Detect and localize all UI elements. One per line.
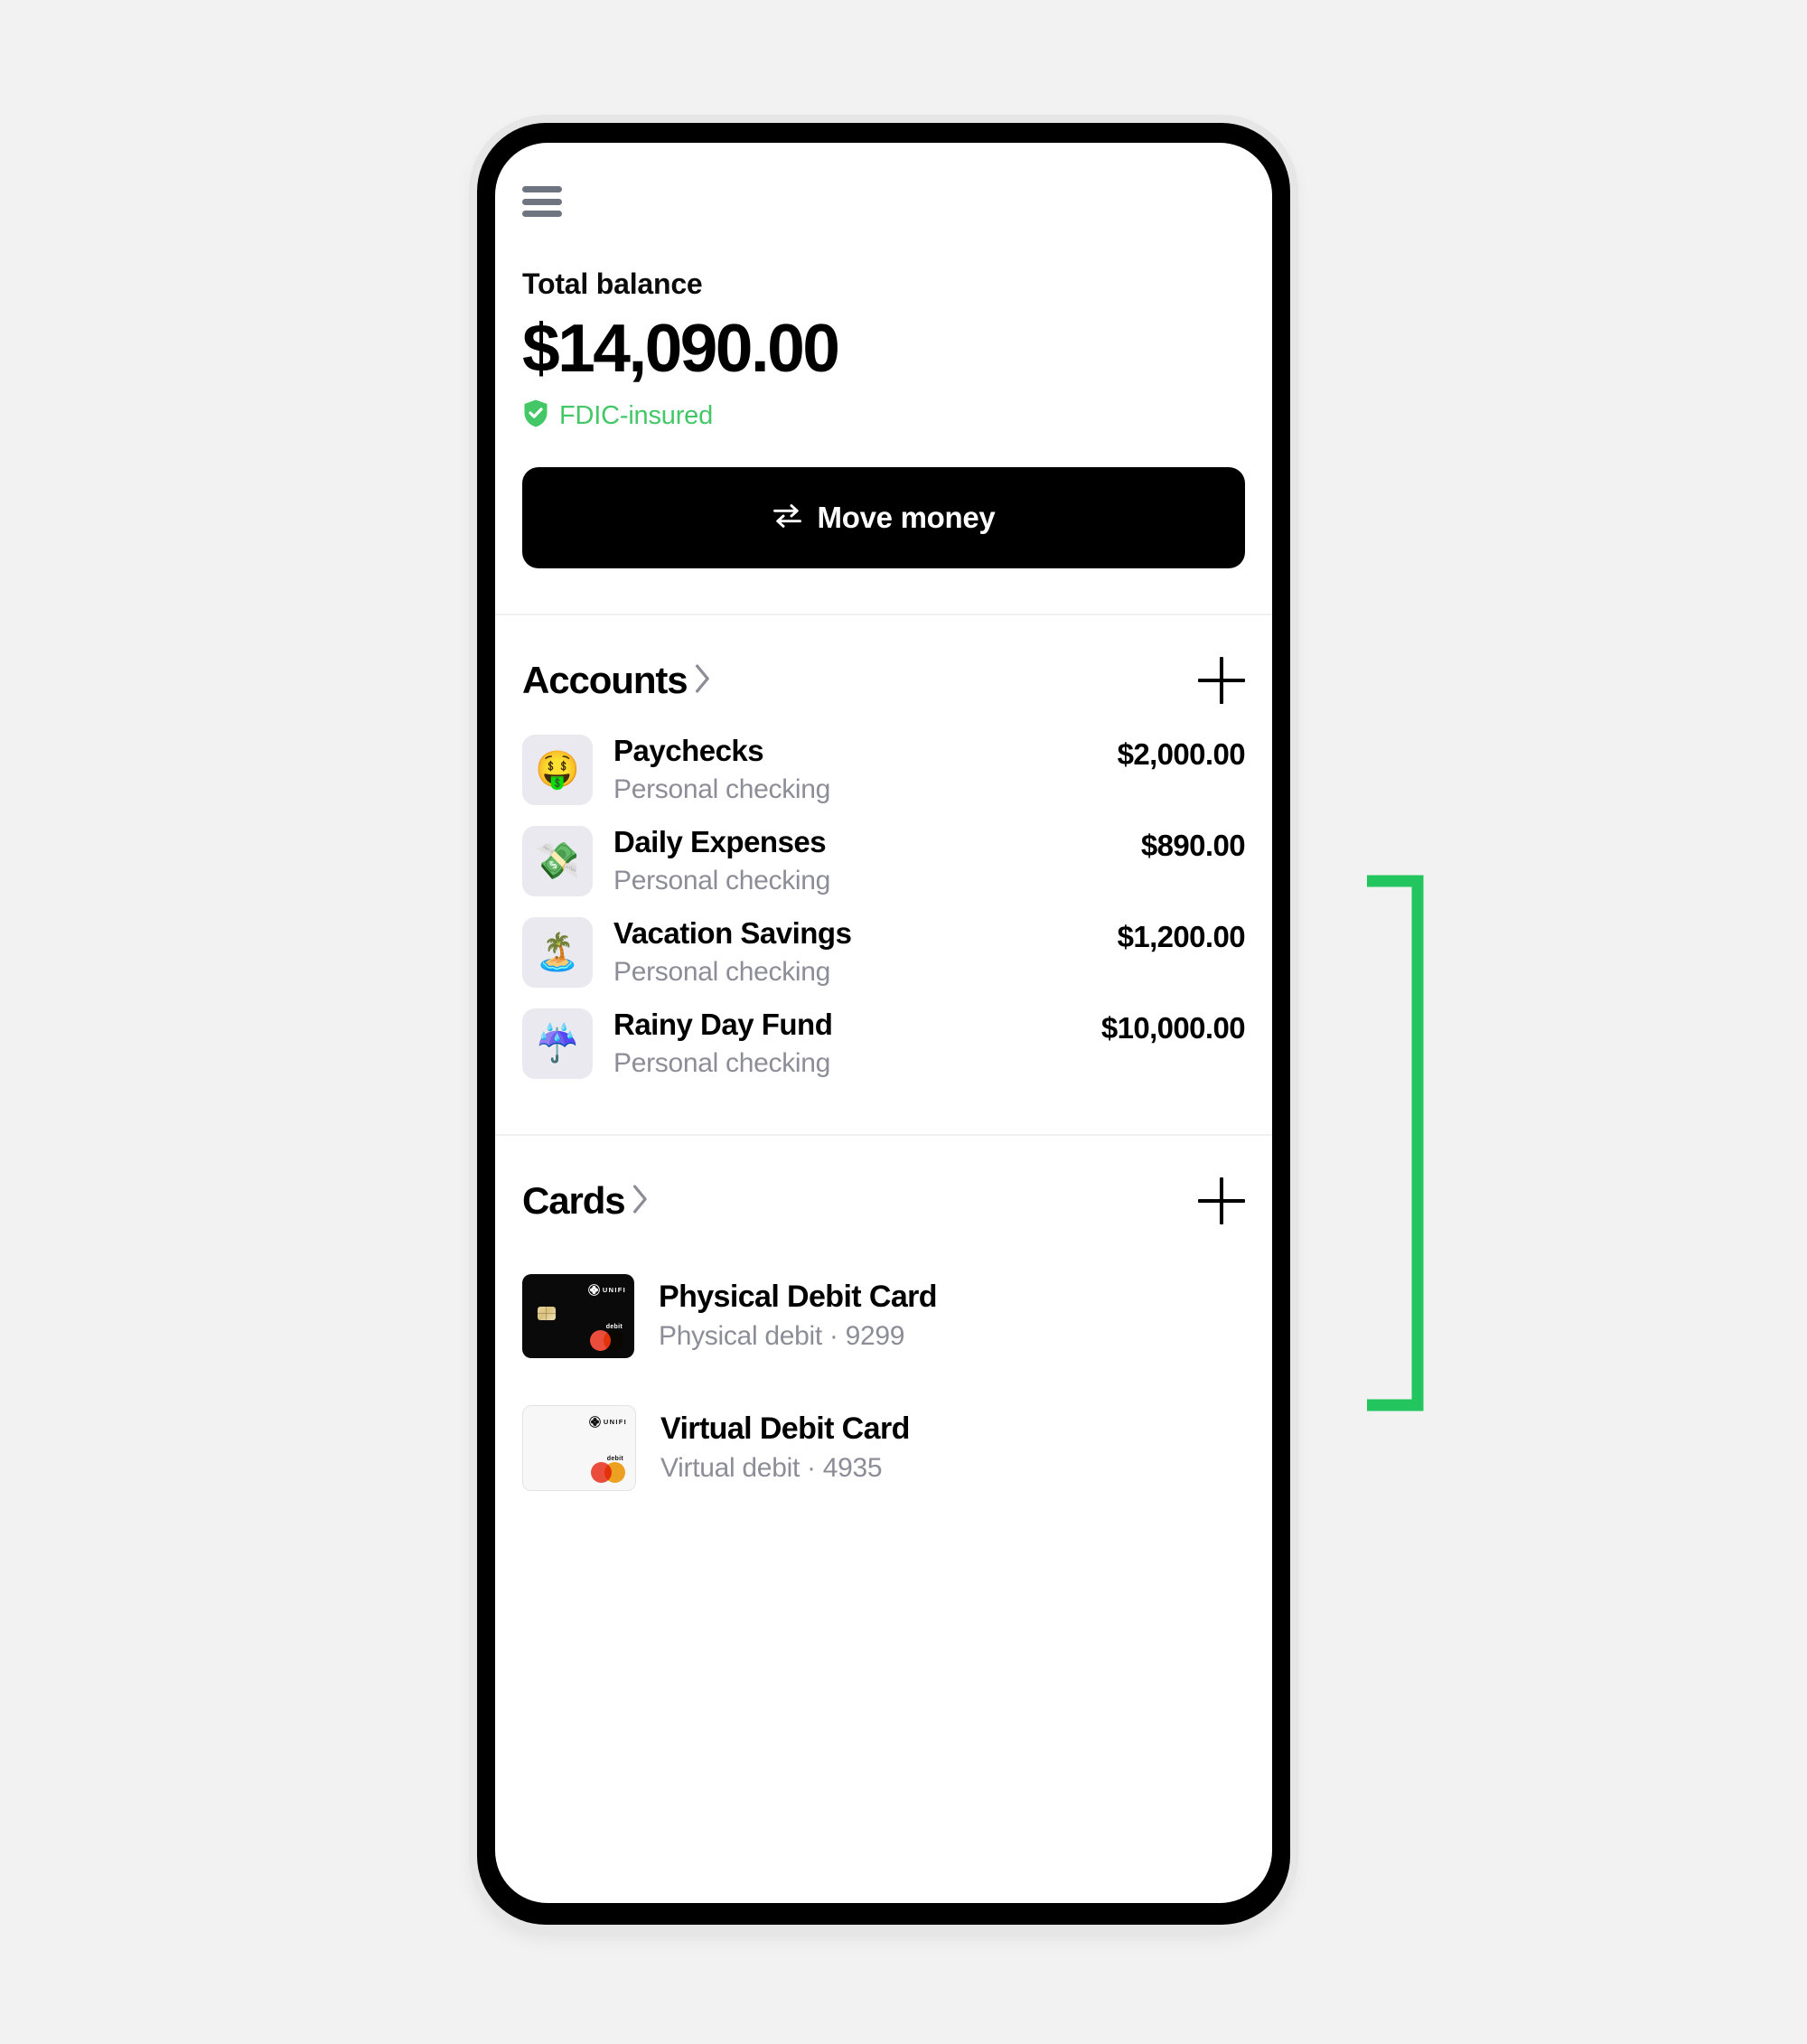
chevron-right-icon: [631, 1184, 649, 1219]
mastercard-logo: [590, 1329, 624, 1351]
card-subtitle: Virtual debit · 4935: [660, 1453, 883, 1484]
cards-section-header: Cards: [495, 1177, 1272, 1224]
account-row[interactable]: 💸 Daily Expenses Personal checking $890.…: [522, 815, 1246, 906]
accounts-list: 🤑 Paychecks Personal checking $2,000.00 …: [495, 724, 1272, 1089]
card-type-label: debit: [605, 1323, 623, 1330]
card-row[interactable]: UNIFI debit Physical Debit Card Physical…: [522, 1250, 1245, 1382]
card-row[interactable]: UNIFI debit Virtual Debit Card Virtual d…: [522, 1382, 1245, 1514]
card-type-label: debit: [606, 1455, 623, 1462]
shield-check-icon: [522, 398, 549, 433]
unifi-brand-mark: UNIFI: [588, 1283, 626, 1296]
hamburger-line: [522, 198, 562, 205]
account-text: Paychecks Personal checking: [613, 733, 1118, 806]
card-name: Physical Debit Card: [659, 1279, 938, 1314]
fdic-insured-label: FDIC-insured: [559, 400, 714, 430]
emv-chip-icon: [538, 1306, 556, 1320]
account-text: Daily Expenses Personal checking: [613, 824, 1141, 897]
section-divider-top: [495, 614, 1272, 615]
total-balance-label: Total balance: [522, 267, 703, 300]
add-account-button[interactable]: [1198, 657, 1245, 704]
virtual-debit-card-art: UNIFI debit: [522, 1404, 636, 1491]
hamburger-line: [522, 186, 562, 192]
mastercard-right-circle: [604, 1329, 624, 1351]
chevron-right-icon: [693, 663, 711, 699]
account-name: Paychecks: [613, 734, 764, 768]
account-text: Rainy Day Fund Personal checking: [613, 1007, 1101, 1080]
hamburger-menu-icon[interactable]: [522, 186, 562, 217]
move-money-button[interactable]: Move money: [522, 467, 1245, 568]
desert-island-emoji: 🏝️: [522, 916, 593, 988]
annotation-bracket-accounts: [1364, 875, 1428, 1411]
account-subtitle: Personal checking: [613, 865, 831, 895]
umbrella-with-rain-emoji: ☔: [522, 1008, 593, 1079]
money-mouth-face-emoji: 🤑: [522, 734, 593, 805]
section-divider-bottom: [495, 1134, 1272, 1136]
account-row[interactable]: 🏝️ Vacation Savings Personal checking $1…: [522, 906, 1246, 998]
fdic-insured-badge: FDIC-insured: [522, 398, 1245, 433]
card-text: Virtual Debit Card Virtual debit · 4935: [660, 1411, 910, 1486]
add-card-button[interactable]: [1198, 1177, 1245, 1224]
phone-device-frame: Total balance $14,090.00 FDIC-insured Mo…: [477, 123, 1290, 1925]
accounts-section-title: Accounts: [522, 659, 688, 701]
unifi-logo-icon: [589, 1415, 601, 1428]
transfer-arrows-icon: [772, 503, 802, 533]
unifi-logo-icon: [588, 1283, 600, 1296]
account-amount: $890.00: [1140, 828, 1246, 862]
account-text: Vacation Savings Personal checking: [613, 915, 1118, 989]
accounts-section-header: Accounts: [495, 657, 1272, 704]
account-amount: $2,000.00: [1117, 736, 1246, 771]
mastercard-right-circle: [604, 1461, 625, 1483]
physical-debit-card-art: UNIFI debit: [522, 1273, 634, 1358]
account-amount: $10,000.00: [1100, 1010, 1246, 1045]
hamburger-line: [522, 211, 562, 217]
account-name: Vacation Savings: [613, 916, 852, 951]
mastercard-logo: [591, 1461, 625, 1483]
accounts-title-link[interactable]: Accounts: [522, 659, 711, 702]
cards-list: UNIFI debit Physical Debit Card Physical…: [495, 1250, 1272, 1514]
account-name: Daily Expenses: [613, 825, 827, 859]
card-text: Physical Debit Card Physical debit · 929…: [659, 1279, 938, 1354]
card-brand-text: UNIFI: [603, 1417, 627, 1426]
cards-title-link[interactable]: Cards: [522, 1179, 649, 1223]
account-row[interactable]: ☔ Rainy Day Fund Personal checking $10,0…: [522, 998, 1246, 1089]
account-name: Rainy Day Fund: [613, 1008, 833, 1042]
account-amount: $1,200.00: [1117, 919, 1246, 953]
cards-section-title: Cards: [522, 1179, 626, 1222]
total-balance-amount: $14,090.00: [522, 310, 840, 386]
unifi-brand-mark: UNIFI: [589, 1415, 627, 1428]
account-subtitle: Personal checking: [613, 1047, 831, 1078]
account-subtitle: Personal checking: [613, 774, 831, 804]
app-top-bar: [495, 143, 1272, 228]
card-subtitle: Physical debit · 9299: [659, 1321, 905, 1352]
card-brand-text: UNIFI: [602, 1285, 626, 1294]
total-balance-block: Total balance $14,090.00 FDIC-insured: [495, 267, 1272, 433]
account-row[interactable]: 🤑 Paychecks Personal checking $2,000.00: [522, 724, 1246, 815]
phone-screen: Total balance $14,090.00 FDIC-insured Mo…: [495, 143, 1272, 1903]
money-with-wings-emoji: 💸: [522, 825, 593, 896]
card-name: Virtual Debit Card: [660, 1411, 910, 1446]
account-subtitle: Personal checking: [613, 956, 831, 987]
move-money-label: Move money: [817, 501, 996, 534]
